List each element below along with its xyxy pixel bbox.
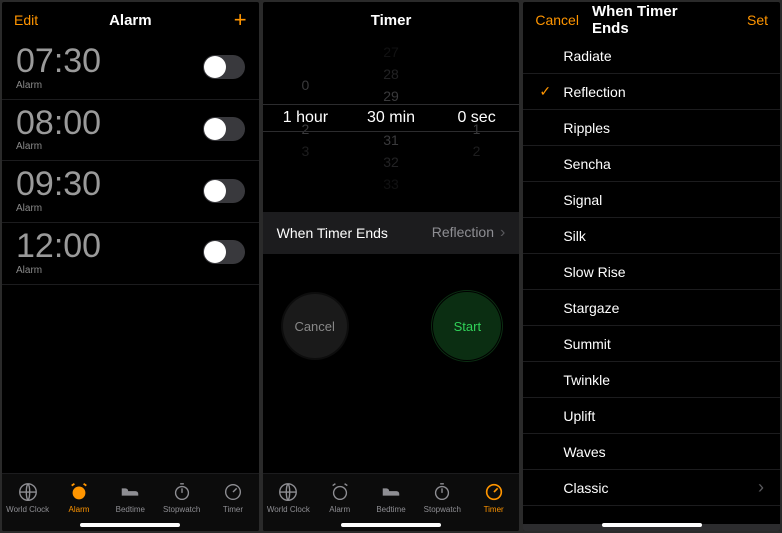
sound-row-silk[interactable]: Silk [523, 218, 780, 254]
alarm-row[interactable]: 09:30 Alarm [2, 161, 259, 223]
add-alarm-button[interactable]: + [187, 9, 247, 31]
chevron-right-icon: › [500, 224, 505, 241]
alarm-label: Alarm [16, 80, 101, 91]
tab-timer[interactable]: Timer [468, 474, 519, 521]
screen-alarm: Edit Alarm + 07:30 Alarm 08:00 Alarm 09:… [2, 2, 259, 531]
alarm-time: 12:00 [16, 229, 101, 265]
alarm-label: Alarm [16, 265, 101, 276]
sound-list: Radiate Reflection Ripples Sencha Signal… [523, 38, 780, 531]
tab-label: Bedtime [116, 505, 145, 514]
alarm-toggle[interactable] [203, 179, 245, 203]
sound-row-radiate[interactable]: Radiate [523, 38, 780, 74]
alarm-toggle[interactable] [203, 55, 245, 79]
alarm-label: Alarm [16, 141, 101, 152]
timer-icon [483, 481, 505, 503]
timer-icon [222, 481, 244, 503]
alarm-row[interactable]: 08:00 Alarm [2, 100, 259, 162]
alarm-toggle[interactable] [203, 240, 245, 264]
bed-icon [380, 481, 402, 503]
alarm-toggle[interactable] [203, 117, 245, 141]
tab-label: Stopwatch [424, 505, 461, 514]
alarm-list: 07:30 Alarm 08:00 Alarm 09:30 Alarm 12:0… [2, 38, 259, 473]
sound-row-summit[interactable]: Summit [523, 326, 780, 362]
edit-button[interactable]: Edit [14, 12, 74, 28]
tab-label: Timer [223, 505, 243, 514]
navbar: Cancel When Timer Ends Set [523, 2, 780, 38]
sound-row-slow-rise[interactable]: Slow Rise [523, 254, 780, 290]
tab-timer[interactable]: Timer [207, 474, 258, 521]
time-picker[interactable]: 0 2 3 27 28 29 31 32 33 1 2 1 hour 30 mi… [263, 38, 520, 198]
picker-sec-unit: sec [471, 109, 496, 126]
page-title: When Timer Ends [592, 3, 711, 37]
screen-timer: Timer 0 2 3 27 28 29 31 32 33 1 2 1 hour… [263, 2, 520, 531]
stopwatch-icon [171, 481, 193, 503]
navbar: Timer [263, 2, 520, 38]
tab-label: Alarm [329, 505, 350, 514]
tab-alarm[interactable]: Alarm [53, 474, 104, 521]
cancel-button[interactable]: Cancel [283, 294, 347, 358]
alarm-time: 07:30 [16, 44, 101, 80]
tab-label: Bedtime [376, 505, 405, 514]
sound-row-twinkle[interactable]: Twinkle [523, 362, 780, 398]
tab-world-clock[interactable]: World Clock [263, 474, 314, 521]
navbar: Edit Alarm + [2, 2, 259, 38]
alarm-time: 08:00 [16, 106, 101, 142]
cancel-button[interactable]: Cancel [535, 12, 592, 28]
tab-stopwatch[interactable]: Stopwatch [417, 474, 468, 521]
tab-label: Timer [484, 505, 504, 514]
when-label: When Timer Ends [277, 225, 388, 241]
tab-label: World Clock [6, 505, 49, 514]
sound-row-sencha[interactable]: Sencha [523, 146, 780, 182]
tab-world-clock[interactable]: World Clock [2, 474, 53, 521]
tab-bedtime[interactable]: Bedtime [365, 474, 416, 521]
sound-row-reflection[interactable]: Reflection [523, 74, 780, 110]
sound-row-classic[interactable]: Classic [523, 470, 780, 506]
home-indicator[interactable] [341, 523, 441, 527]
tab-bedtime[interactable]: Bedtime [105, 474, 156, 521]
bed-icon [119, 481, 141, 503]
picker-min-value: 30 [367, 109, 385, 126]
home-indicator[interactable] [80, 523, 180, 527]
sound-row-stargaze[interactable]: Stargaze [523, 290, 780, 326]
tab-label: Alarm [69, 505, 90, 514]
globe-icon [17, 481, 39, 503]
when-timer-ends-row[interactable]: When Timer Ends Reflection › [263, 212, 520, 254]
picker-hour-value: 1 [283, 109, 292, 126]
home-indicator[interactable] [602, 523, 702, 527]
sound-row-ripples[interactable]: Ripples [523, 110, 780, 146]
tab-label: Stopwatch [163, 505, 200, 514]
tab-alarm[interactable]: Alarm [314, 474, 365, 521]
picker-sec-value: 0 [457, 109, 466, 126]
tab-stopwatch[interactable]: Stopwatch [156, 474, 207, 521]
globe-icon [277, 481, 299, 503]
picker-hour-unit: hour [296, 109, 328, 126]
set-button[interactable]: Set [711, 12, 768, 28]
alarm-row[interactable]: 12:00 Alarm [2, 223, 259, 285]
stopwatch-icon [431, 481, 453, 503]
when-value: Reflection [432, 224, 494, 240]
alarm-row[interactable]: 07:30 Alarm [2, 38, 259, 100]
sound-row-waves[interactable]: Waves [523, 434, 780, 470]
screen-when-timer-ends: Cancel When Timer Ends Set Radiate Refle… [523, 2, 780, 531]
alarm-label: Alarm [16, 203, 101, 214]
start-button[interactable]: Start [435, 294, 499, 358]
list-separator [523, 506, 780, 524]
sound-row-uplift[interactable]: Uplift [523, 398, 780, 434]
alarm-icon [329, 481, 351, 503]
sound-row-signal[interactable]: Signal [523, 182, 780, 218]
page-title: Timer [371, 12, 412, 29]
tab-label: World Clock [267, 505, 310, 514]
page-title: Alarm [109, 12, 152, 29]
alarm-time: 09:30 [16, 167, 101, 203]
picker-min-unit: min [389, 109, 415, 126]
alarm-icon [68, 481, 90, 503]
